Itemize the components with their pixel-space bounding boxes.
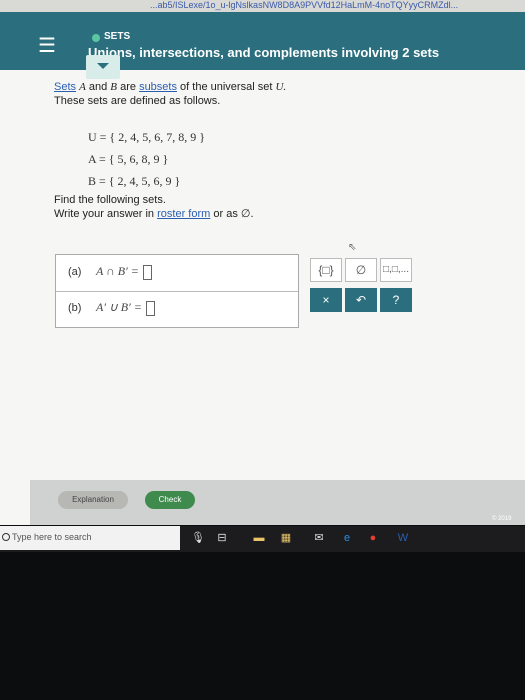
write-suffix: or as ∅. [213, 208, 254, 220]
lesson-title: Unions, intersections, and complements i… [88, 45, 440, 60]
answer-row-b: (b) A′ ∪ B′ = [56, 291, 298, 327]
mail-icon[interactable]: ✉ [312, 531, 326, 545]
chevron-down-icon [97, 63, 109, 69]
help-button[interactable]: ? [380, 288, 412, 312]
file-explorer-icon[interactable]: ▬ [252, 531, 266, 545]
set-b-def: B = { 2, 4, 5, 6, 9 } [88, 174, 181, 188]
hamburger-menu-icon[interactable]: ☰ [38, 36, 58, 56]
clear-button[interactable]: × [310, 288, 342, 312]
empty-set-button[interactable]: ∅ [345, 258, 377, 282]
url-text: ...ab5/ISLexe/1o_u-lgNslkasNW8D8A9PVVfd1… [150, 0, 459, 10]
answer-label-b: (b) [68, 302, 82, 314]
app-screen: ...ab5/ISLexe/1o_u-lgNslkasNW8D8A9PVVfd1… [0, 0, 525, 525]
answer-input-b[interactable] [145, 300, 155, 316]
answer-row-a: (a) A ∩ B′ = [56, 255, 298, 292]
copyright-text: © 2019 [492, 516, 512, 522]
mouse-cursor-icon: ⇖ [348, 242, 357, 253]
browser-url-bar[interactable]: ...ab5/ISLexe/1o_u-lgNslkasNW8D8A9PVVfd1… [0, 0, 525, 12]
store-icon[interactable]: ▦ [279, 531, 293, 545]
problem-statement: Sets A and B are subsets of the universa… [54, 80, 354, 108]
answer-label-a: (a) [68, 266, 82, 278]
search-icon [2, 533, 10, 541]
lesson-header: ☰ SETS Unions, intersections, and comple… [0, 12, 525, 70]
set-a-def: A = { 5, 6, 8, 9 } [88, 152, 169, 166]
set-a-symbol: A [79, 81, 86, 93]
subsets-link[interactable]: subsets [139, 81, 177, 93]
check-button[interactable]: Check [145, 491, 195, 509]
math-toolbox: {□} ∅ □,□,... × ↶ ? [307, 256, 415, 314]
intro-and: and [88, 81, 108, 93]
find-text: Find the following sets. [54, 194, 166, 206]
edge-browser-icon[interactable]: e [340, 531, 354, 545]
task-view-icon[interactable]: ⊟ [215, 531, 229, 545]
explanation-button[interactable]: Explanation [58, 491, 128, 509]
universal-set-def: U = { 2, 4, 5, 6, 7, 8, 9 } [88, 130, 205, 144]
list-button[interactable]: □,□,... [380, 258, 412, 282]
topic-status-dot [92, 34, 100, 42]
braces-button[interactable]: {□} [310, 258, 342, 282]
expr-text-a: A ∩ B′ = [96, 264, 139, 278]
word-icon[interactable]: W [396, 531, 410, 545]
answer-expr-a: A ∩ B′ = [96, 264, 152, 280]
taskbar-search-placeholder: Type here to search [12, 532, 92, 542]
set-b-symbol: B [110, 81, 118, 93]
microphone-icon[interactable]: 🎙 [191, 531, 205, 545]
expr-text-b: A′ ∪ B′ = [96, 300, 142, 314]
sets-link[interactable]: Sets [54, 81, 76, 93]
topic-label: SETS [104, 31, 131, 42]
taskbar-search-box[interactable]: Type here to search [0, 526, 180, 550]
chrome-icon[interactable]: ● [366, 531, 380, 545]
answer-input-a[interactable] [142, 264, 152, 280]
universal-set-symbol: U. [275, 81, 287, 93]
answer-expr-b: A′ ∪ B′ = [96, 300, 155, 316]
answer-panel: (a) A ∩ B′ = (b) A′ ∪ B′ = [55, 254, 299, 328]
set-definitions: U = { 2, 4, 5, 6, 7, 8, 9 } A = { 5, 6, … [88, 126, 205, 192]
instructions: Find the following sets. Write your answ… [54, 193, 254, 221]
write-prefix: Write your answer in [54, 208, 155, 220]
intro-rest: of the universal set [180, 81, 273, 93]
expand-dropdown-button[interactable] [86, 55, 120, 79]
intro-are: are [120, 81, 136, 93]
roster-form-link[interactable]: roster form [157, 208, 210, 220]
problem-line2: These sets are defined as follows. [54, 95, 221, 107]
undo-button[interactable]: ↶ [345, 288, 377, 312]
